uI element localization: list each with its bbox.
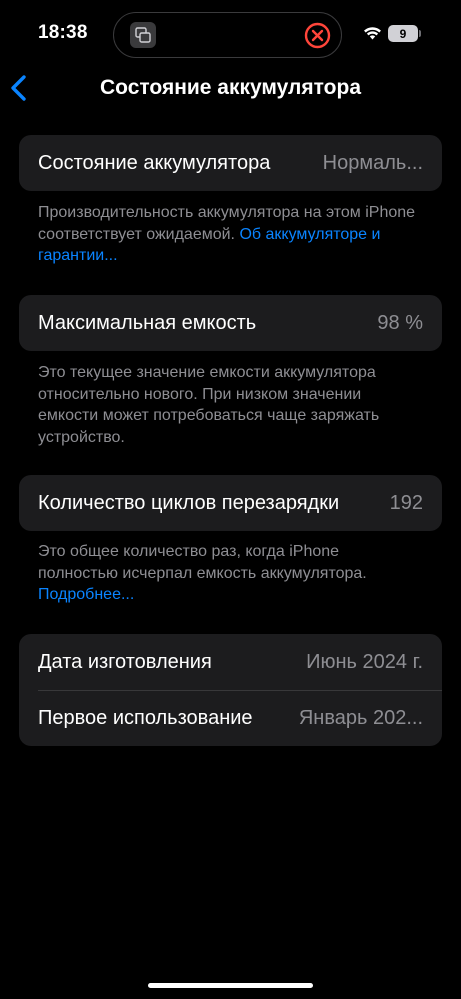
battery-level: 9 bbox=[399, 26, 407, 41]
page-title: Состояние аккумулятора bbox=[99, 76, 361, 99]
capacity-value: 98 % bbox=[377, 311, 423, 334]
capacity-group: Максимальная емкость 98 % bbox=[19, 295, 442, 351]
home-indicator[interactable] bbox=[148, 983, 313, 988]
cycles-footnote: Это общее количество раз, когда iPhone п… bbox=[38, 541, 418, 606]
capacity-row: Максимальная емкость 98 % bbox=[19, 295, 442, 351]
first-use-value: Январь 202... bbox=[298, 706, 423, 729]
battery-health-screen: 18:38 9 Состояние аккумулятора Состояние… bbox=[0, 0, 461, 999]
health-row[interactable]: Состояние аккумулятора Нормаль... bbox=[19, 135, 442, 191]
manufacture-date-row: Дата изготовления Июнь 2024 г. bbox=[19, 634, 442, 690]
status-time: 18:38 bbox=[38, 22, 88, 43]
close-circle-icon[interactable] bbox=[304, 22, 331, 49]
first-use-row: Первое использование Январь 202... bbox=[19, 690, 442, 746]
dynamic-island[interactable] bbox=[113, 12, 342, 58]
cycles-value: 192 bbox=[389, 491, 423, 514]
health-footnote: Производительность аккумулятора на этом … bbox=[38, 202, 418, 267]
health-value: Нормаль... bbox=[322, 151, 423, 174]
capacity-footnote: Это текущее значение емкости аккумулятор… bbox=[38, 364, 380, 446]
cycles-row: Количество циклов перезарядки 192 bbox=[19, 475, 442, 531]
wifi-icon bbox=[363, 26, 382, 40]
screen-mirroring-icon[interactable] bbox=[130, 22, 156, 48]
cycles-label: Количество циклов перезарядки bbox=[38, 491, 340, 514]
learn-more-link[interactable]: Подробнее... bbox=[38, 586, 134, 603]
battery-icon: 9 bbox=[388, 25, 421, 42]
dates-group: Дата изготовления Июнь 2024 г. Первое ис… bbox=[19, 634, 442, 746]
cycles-group: Количество циклов перезарядки 192 bbox=[19, 475, 442, 531]
health-group[interactable]: Состояние аккумулятора Нормаль... bbox=[19, 135, 442, 191]
manufacture-date-value: Июнь 2024 г. bbox=[306, 650, 423, 673]
cycles-footnote-text: Это общее количество раз, когда iPhone п… bbox=[38, 543, 367, 582]
health-label: Состояние аккумулятора bbox=[38, 151, 271, 174]
manufacture-date-label: Дата изготовления bbox=[38, 650, 212, 673]
capacity-label: Максимальная емкость bbox=[38, 311, 257, 334]
first-use-label: Первое использование bbox=[38, 706, 253, 729]
